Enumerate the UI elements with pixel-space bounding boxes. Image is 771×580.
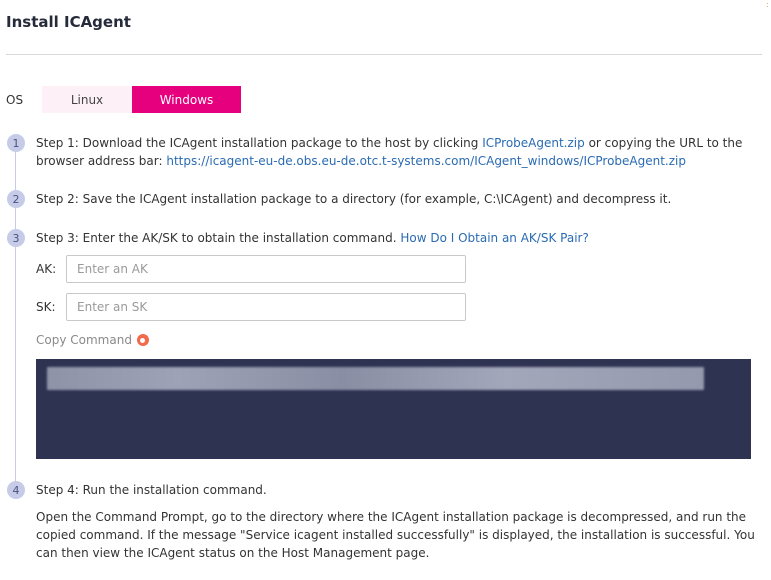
step-1-badge: 1 bbox=[7, 134, 25, 152]
step-4-text: Step 4: Run the installation command. bbox=[36, 483, 267, 497]
command-text-redacted bbox=[47, 367, 704, 390]
step-4-badge: 4 bbox=[7, 481, 25, 499]
tab-windows[interactable]: Windows bbox=[132, 86, 241, 113]
ak-input[interactable] bbox=[66, 255, 466, 283]
command-box bbox=[36, 359, 751, 459]
os-label: OS bbox=[6, 93, 24, 107]
copy-icon[interactable] bbox=[136, 334, 149, 346]
step-3-badge: 3 bbox=[7, 229, 25, 247]
step-3-text: Step 3: Enter the AK/SK to obtain the in… bbox=[36, 229, 756, 247]
step-3-text-label: Step 3: Enter the AK/SK to obtain the in… bbox=[36, 231, 401, 245]
step-2-badge: 2 bbox=[7, 190, 25, 208]
page-title: Install ICAgent bbox=[6, 13, 131, 31]
download-url-link[interactable]: https://icagent-eu-de.obs.eu-de.otc.t-sy… bbox=[166, 154, 686, 168]
copy-command-button[interactable]: Copy Command bbox=[36, 333, 149, 347]
aksk-help-link[interactable]: How Do I Obtain an AK/SK Pair? bbox=[400, 231, 589, 245]
sk-input[interactable] bbox=[66, 293, 466, 321]
ak-label: AK: bbox=[36, 262, 57, 276]
step-2-text: Step 2: Save the ICAgent installation pa… bbox=[36, 192, 672, 206]
icprobeagent-zip-link[interactable]: ICProbeAgent.zip bbox=[482, 136, 585, 150]
sk-label: SK: bbox=[36, 300, 56, 314]
step-1-text: Step 1: Download the ICAgent installatio… bbox=[36, 134, 756, 170]
step-1-text-before: Step 1: Download the ICAgent installatio… bbox=[36, 136, 483, 150]
tab-linux[interactable]: Linux bbox=[42, 86, 132, 113]
title-divider bbox=[6, 54, 762, 55]
step-4-description: Open the Command Prompt, go to the direc… bbox=[36, 510, 755, 560]
corner-mark: : bbox=[766, 0, 769, 9]
copy-command-label: Copy Command bbox=[36, 333, 132, 347]
